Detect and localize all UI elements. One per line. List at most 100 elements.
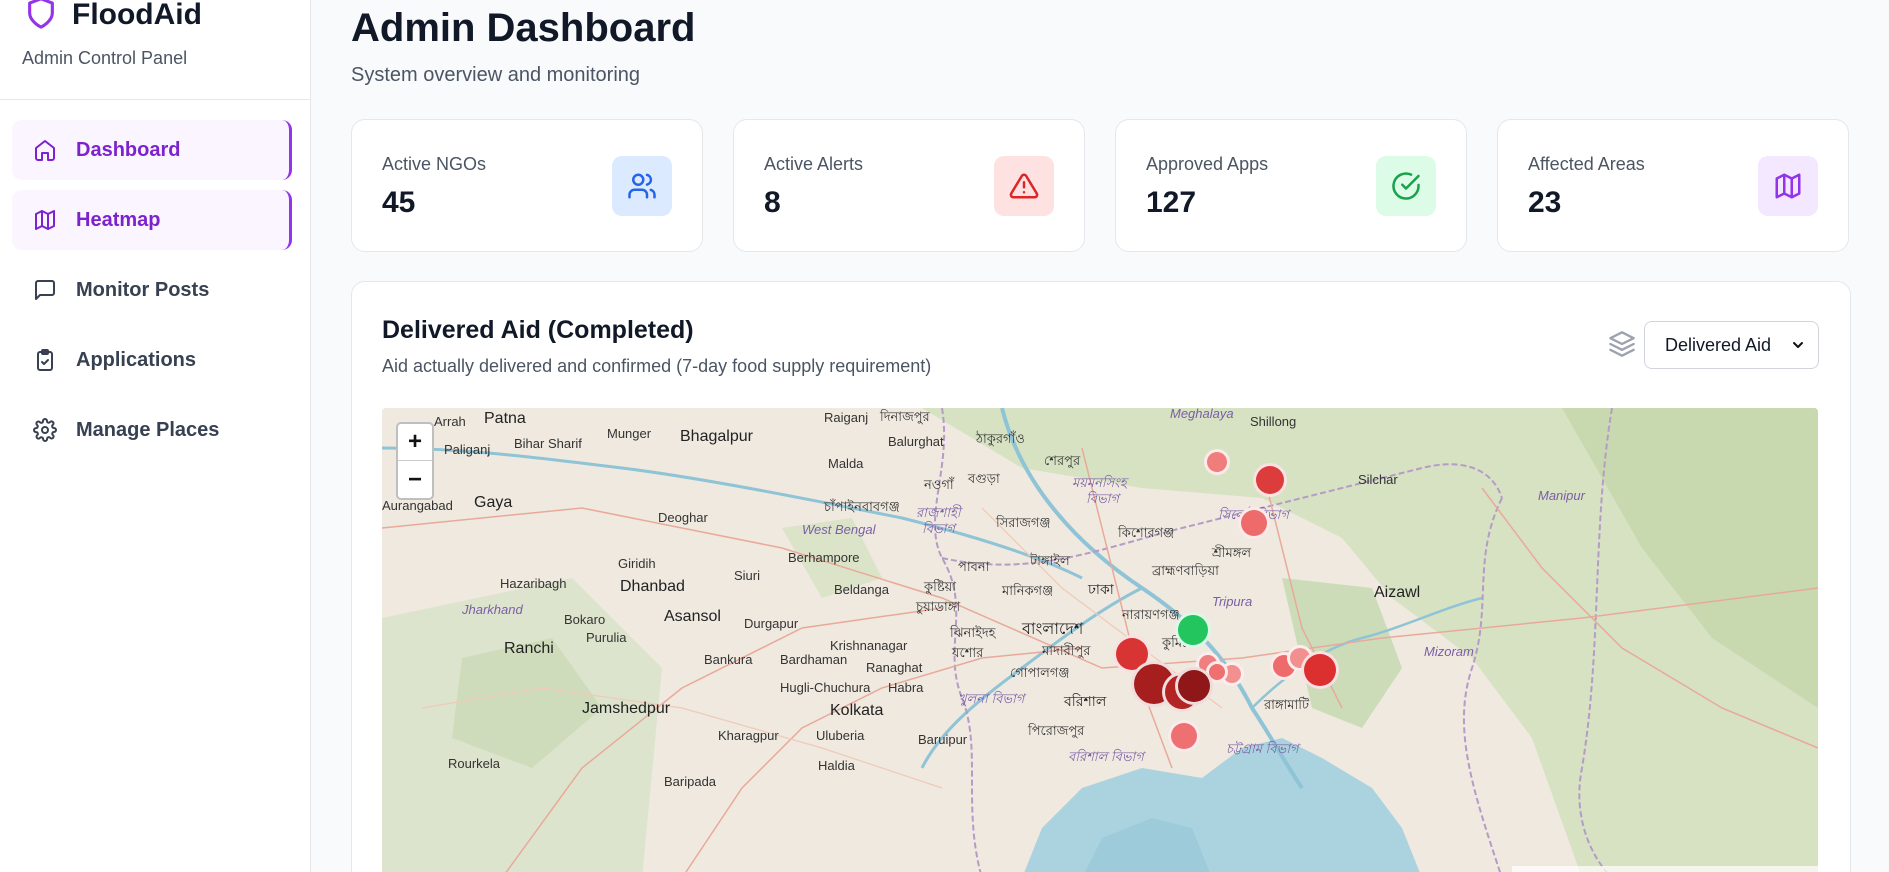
map-label: Bankura bbox=[704, 652, 753, 667]
map-label: Ranchi bbox=[504, 640, 554, 657]
map-label: Hazaribagh bbox=[500, 576, 567, 591]
stats-row: Active NGOs 45 Active Alerts 8 Approved … bbox=[351, 119, 1851, 252]
stat-label: Active NGOs bbox=[382, 154, 487, 174]
map-label: West Bengal bbox=[802, 522, 876, 537]
sidebar-item-label: Manage Places bbox=[76, 418, 220, 441]
chevron-down-icon bbox=[1793, 342, 1803, 348]
clipboard-check-icon bbox=[32, 347, 58, 373]
sidebar-item-heatmap[interactable]: Heatmap bbox=[12, 190, 292, 250]
page-title: Admin Dashboard bbox=[351, 6, 696, 50]
map-label: Berhampore bbox=[788, 550, 860, 565]
aid-marker[interactable] bbox=[1238, 507, 1270, 539]
layer-select[interactable]: Delivered Aid bbox=[1644, 321, 1819, 369]
sidebar-item-label: Monitor Posts bbox=[76, 278, 210, 301]
map-label: বিভাগ bbox=[1086, 491, 1119, 506]
map-label: Malda bbox=[828, 456, 864, 471]
map-label: Mizoram bbox=[1424, 644, 1474, 659]
map-label: Baruipur bbox=[918, 732, 968, 747]
heatmap-map[interactable]: + − Arrah Patna Munger Bhagalpur Raiganj… bbox=[382, 408, 1818, 872]
users-icon bbox=[612, 156, 672, 216]
stat-value: 45 bbox=[382, 186, 416, 219]
map-label: Kharagpur bbox=[718, 728, 779, 743]
brand-subtitle: Admin Control Panel bbox=[22, 48, 188, 68]
zoom-out-button[interactable]: − bbox=[398, 461, 432, 498]
page-subtitle: System overview and monitoring bbox=[351, 64, 641, 86]
zoom-in-button[interactable]: + bbox=[398, 424, 432, 461]
map-label: ঢাকা bbox=[1088, 581, 1114, 597]
map-label: Bardhaman bbox=[780, 652, 848, 667]
map-label: শেরপুর bbox=[1044, 453, 1081, 468]
map-label: বিভাগ bbox=[922, 521, 955, 536]
map-label: Paliganj bbox=[444, 442, 491, 457]
shield-icon bbox=[28, 0, 54, 29]
zoom-control: + − bbox=[396, 422, 434, 500]
map-label: Gaya bbox=[474, 494, 513, 511]
map-card-subtitle: Aid actually delivered and confirmed (7-… bbox=[382, 356, 932, 376]
aid-marker[interactable] bbox=[1253, 463, 1287, 497]
map-label: পাবনা bbox=[958, 559, 990, 574]
map-label: Purulia bbox=[586, 630, 627, 645]
gear-icon bbox=[32, 417, 58, 443]
map-label: Baripada bbox=[664, 774, 717, 789]
map-label: Meghalaya bbox=[1170, 408, 1234, 421]
sidebar-item-manage-places[interactable]: Manage Places bbox=[12, 400, 292, 460]
aid-marker[interactable] bbox=[1204, 449, 1230, 475]
map-label: চাঁপাইনবাবগঞ্জ bbox=[824, 499, 900, 514]
brand-header: FloodAid Admin Control Panel bbox=[0, 0, 310, 100]
sidebar-item-applications[interactable]: Applications bbox=[12, 330, 292, 390]
map-label: Aizawl bbox=[1374, 584, 1421, 601]
map-label: টাঙ্গাইল bbox=[1030, 553, 1070, 568]
map-label: Jharkhand bbox=[462, 602, 523, 617]
map-label: Aurangabad bbox=[382, 498, 453, 513]
map-label: কুষ্টিয়া bbox=[924, 579, 957, 594]
sidebar: FloodAid Admin Control Panel Dashboard H… bbox=[0, 0, 311, 872]
map-label: Bhagalpur bbox=[680, 428, 753, 445]
sidebar-item-label: Dashboard bbox=[76, 138, 181, 161]
layers-icon bbox=[1609, 331, 1635, 357]
map-label: ব্রাহ্মণবাড়িয়া bbox=[1152, 563, 1219, 578]
map-label: Balurghat bbox=[888, 434, 944, 449]
layer-select-value: Delivered Aid bbox=[1665, 334, 1772, 355]
map-label: ঠাকুরগাঁও bbox=[976, 431, 1025, 446]
map-icon bbox=[1758, 156, 1818, 216]
aid-marker[interactable] bbox=[1301, 651, 1339, 689]
map-label: বগুড়া bbox=[968, 471, 1000, 486]
sidebar-item-dashboard[interactable]: Dashboard bbox=[12, 120, 292, 180]
aid-marker[interactable] bbox=[1168, 720, 1200, 752]
map-label: কিশোরগঞ্জ bbox=[1118, 525, 1175, 540]
stat-label: Active Alerts bbox=[764, 154, 864, 174]
map-label: যশোর bbox=[952, 645, 984, 660]
map-label: নওগাঁ bbox=[924, 477, 954, 492]
aid-marker-completed[interactable] bbox=[1175, 612, 1211, 648]
map-label: Arrah bbox=[434, 414, 466, 429]
map-label: রাঙ্গামাটি bbox=[1264, 697, 1310, 712]
map-label: Habra bbox=[888, 680, 924, 695]
delivered-aid-map-card: Delivered Aid (Completed) Aid actually d… bbox=[351, 281, 1851, 872]
map-label: Rourkela bbox=[448, 756, 501, 771]
map-label: Siuri bbox=[734, 568, 761, 583]
map-label: দিনাজপুর bbox=[880, 409, 930, 424]
map-icon bbox=[32, 207, 58, 233]
alert-triangle-icon bbox=[994, 156, 1054, 216]
map-label: মাদারীপুর bbox=[1042, 643, 1091, 658]
map-label: চট্টগ্রাম বিভাগ bbox=[1226, 741, 1299, 756]
map-label: Munger bbox=[607, 426, 652, 441]
stat-card-approved-apps: Approved Apps 127 bbox=[1115, 119, 1467, 252]
stat-value: 127 bbox=[1146, 186, 1197, 219]
map-label: Uluberia bbox=[816, 728, 865, 743]
sidebar-item-monitor-posts[interactable]: Monitor Posts bbox=[12, 260, 292, 320]
stat-label: Approved Apps bbox=[1146, 154, 1269, 174]
map-label: Shillong bbox=[1250, 414, 1297, 429]
map-label: Kolkata bbox=[830, 702, 884, 719]
aid-marker[interactable] bbox=[1175, 667, 1213, 705]
stat-card-active-ngos: Active NGOs 45 bbox=[351, 119, 703, 252]
brand-name: FloodAid bbox=[72, 0, 202, 31]
stat-card-affected-areas: Affected Areas 23 bbox=[1497, 119, 1849, 252]
map-label: গোপালগঞ্জ bbox=[1010, 665, 1070, 680]
check-circle-icon bbox=[1376, 156, 1436, 216]
map-label: Deoghar bbox=[658, 510, 708, 525]
map-label: Raiganj bbox=[824, 410, 869, 425]
map-label: Dhanbad bbox=[620, 578, 685, 595]
map-label: Bokaro bbox=[564, 612, 606, 627]
map-label: নারায়ণগঞ্জ bbox=[1122, 607, 1180, 622]
